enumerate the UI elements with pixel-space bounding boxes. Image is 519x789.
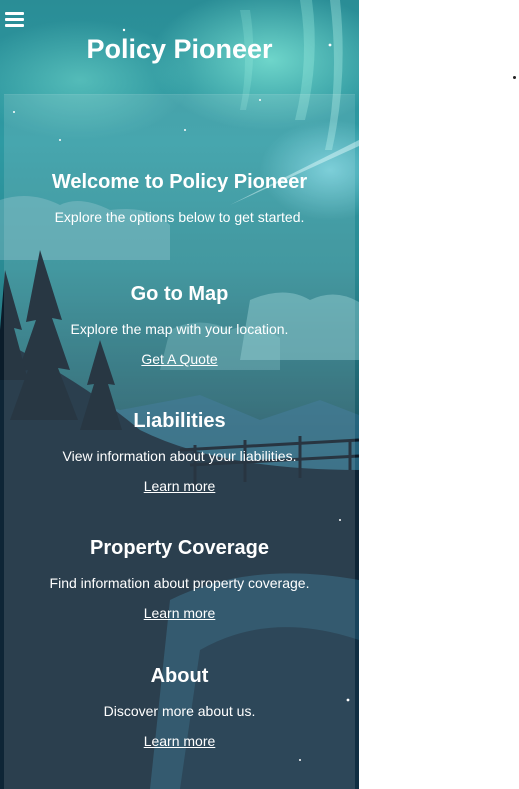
mobile-viewport: Policy Pioneer Welcome to Policy Pioneer… [0,0,359,789]
liabilities-section: Liabilities View information about your … [0,409,359,496]
welcome-text: Explore the options below to get started… [54,209,305,225]
map-heading: Go to Map [130,283,229,305]
property-coverage-heading: Property Coverage [90,537,269,559]
menu-bar-bottom [5,24,24,27]
welcome-section: Welcome to Policy Pioneer Explore the op… [0,170,359,226]
property-coverage-section: Property Coverage Find information about… [0,536,359,623]
menu-bar-top [5,12,24,15]
menu-bar-middle [5,18,24,21]
map-section: Go to Map Explore the map with your loca… [0,282,359,369]
hamburger-menu-icon[interactable] [5,11,26,28]
liabilities-learn-more-link[interactable]: Learn more [144,477,216,495]
about-learn-more-link[interactable]: Learn more [144,732,216,750]
about-heading: About [150,665,209,687]
property-coverage-learn-more-link[interactable]: Learn more [144,604,216,622]
get-quote-link[interactable]: Get A Quote [141,350,217,368]
liabilities-heading: Liabilities [133,410,226,432]
property-coverage-text: Find information about property coverage… [49,575,310,591]
liabilities-text: View information about your liabilities. [62,448,297,464]
app-title: Policy Pioneer [86,34,273,64]
welcome-heading: Welcome to Policy Pioneer [51,171,308,193]
stray-dot [513,76,516,79]
map-text: Explore the map with your location. [70,321,289,337]
about-section: About Discover more about us. Learn more [0,664,359,751]
about-text: Discover more about us. [103,703,256,719]
